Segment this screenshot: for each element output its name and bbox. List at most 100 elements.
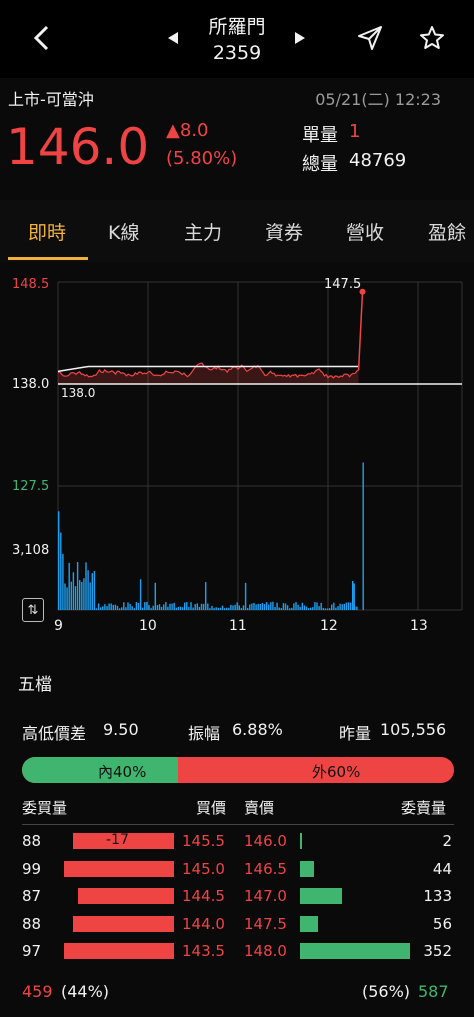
volume-bar — [144, 602, 146, 610]
volume-bar — [205, 582, 207, 610]
volume-bar — [268, 604, 270, 610]
volume-bar — [173, 602, 175, 610]
ask-price[interactable]: 148.0 — [244, 942, 287, 960]
volume-bar — [106, 606, 108, 610]
bid-qty: 87 — [22, 887, 42, 905]
bid-price[interactable]: 143.5 — [182, 942, 225, 960]
active-tab-indicator — [8, 257, 88, 260]
volume-bar — [137, 602, 140, 610]
volume-bar — [87, 570, 89, 610]
bid-qty: 88 — [22, 914, 42, 933]
volume-bar — [221, 605, 224, 610]
star-icon — [420, 26, 444, 49]
intraday-chart[interactable]: 148.5 138.0 138.0 127.5 147.5 3,108 ⇅ 9 … — [0, 262, 474, 652]
volume-bar — [289, 608, 291, 610]
spread-value: 9.50 — [103, 720, 139, 739]
bid-bar — [78, 888, 174, 904]
volume-bar — [152, 605, 154, 610]
share-button[interactable] — [352, 20, 388, 56]
tab-revenue[interactable]: 營收 — [346, 218, 384, 245]
volume-bar — [238, 605, 240, 610]
volume-bar — [230, 604, 232, 610]
volume-bar — [341, 604, 343, 610]
volume-bar — [316, 602, 318, 610]
bid-price[interactable]: 144.5 — [182, 887, 225, 905]
amplitude-label: 振幅 — [188, 724, 221, 743]
favorite-button[interactable] — [414, 20, 450, 56]
header-divider — [22, 824, 454, 825]
volume-bar — [301, 602, 303, 610]
price-change: ▲8.0 — [166, 120, 209, 141]
bid-bar — [64, 860, 174, 877]
volume-bar — [192, 607, 194, 610]
volume-bar — [89, 582, 91, 610]
bid-price[interactable]: 145.5 — [182, 832, 225, 850]
swap-vertical-icon: ⇅ — [27, 602, 39, 618]
volume-bar — [310, 607, 312, 610]
bid-qty-header: 委買量 — [22, 799, 68, 817]
spread-label: 高低價差 — [22, 724, 87, 743]
volume-bar — [293, 603, 295, 610]
tab-margin[interactable]: 資券 — [265, 218, 303, 245]
ask-qty: 352 — [423, 942, 452, 960]
toggle-chart-button[interactable]: ⇅ — [22, 598, 44, 622]
volume-bar — [64, 583, 66, 610]
volume-bar — [70, 581, 72, 610]
volume-bar — [345, 602, 348, 610]
back-button[interactable] — [22, 18, 62, 58]
next-stock-button[interactable] — [287, 25, 313, 51]
ask-price[interactable]: 146.0 — [244, 832, 287, 850]
volume-bar — [68, 562, 70, 610]
ask-price[interactable]: 147.5 — [244, 915, 287, 933]
volume-axis-max: 3,108 — [12, 543, 50, 558]
x-tick-11: 11 — [229, 618, 247, 634]
order-book-section: 五檔 高低價差 9.50 振幅 6.88% 昨量 105,556 內40% 外6… — [0, 652, 474, 1017]
volume-bar — [142, 607, 144, 610]
tab-realtime[interactable]: 即時 — [28, 218, 66, 245]
volume-bar — [312, 607, 314, 610]
volume-bar — [219, 607, 222, 610]
volume-bar — [108, 603, 110, 610]
volume-bar — [272, 601, 274, 610]
volume-bar — [352, 581, 354, 610]
ask-qty: 56 — [432, 914, 452, 933]
volume-bar — [186, 602, 188, 610]
total-ask-pct: (56%) — [362, 982, 411, 1001]
ask-price[interactable]: 147.0 — [244, 887, 287, 905]
volume-bar — [353, 583, 355, 610]
bid-bar — [73, 915, 174, 932]
volume-bar — [181, 607, 184, 610]
total-volume-label: 總量 — [302, 154, 338, 175]
ref-price-label: 138.0 — [61, 386, 96, 400]
volume-bar — [213, 607, 215, 610]
volume-bar — [194, 604, 196, 610]
unit-volume: 1 — [349, 121, 361, 142]
volume-bar — [93, 570, 96, 610]
volume-bar — [83, 578, 85, 610]
prev-stock-button[interactable] — [160, 25, 186, 51]
x-tick-9: 9 — [54, 618, 63, 634]
bid-price[interactable]: 145.0 — [182, 860, 225, 878]
volume-bar — [169, 603, 171, 610]
volume-bar — [253, 602, 255, 610]
bid-qty: 97 — [22, 942, 42, 960]
volume-bar — [121, 607, 123, 610]
ask-qty: 44 — [432, 859, 452, 878]
tab-major[interactable]: 主力 — [184, 218, 222, 245]
volume-bar — [349, 602, 352, 610]
bid-price[interactable]: 144.0 — [182, 915, 225, 933]
volume-bar — [158, 604, 161, 610]
volume-bar — [328, 608, 331, 610]
ask-qty: 2 — [442, 832, 452, 850]
tab-kline[interactable]: K線 — [108, 218, 139, 245]
tab-bar: 即時 K線 主力 資券 營收 盈餘 — [0, 200, 474, 262]
volume-bar — [163, 604, 165, 610]
volume-bar — [154, 582, 156, 610]
tab-earnings[interactable]: 盈餘 — [428, 218, 466, 245]
volume-bar — [184, 602, 186, 610]
volume-bar — [291, 607, 293, 610]
volume-bar — [244, 582, 247, 610]
x-tick-13: 13 — [410, 618, 428, 634]
volume-bar — [114, 604, 117, 610]
ask-price[interactable]: 146.5 — [244, 860, 287, 878]
